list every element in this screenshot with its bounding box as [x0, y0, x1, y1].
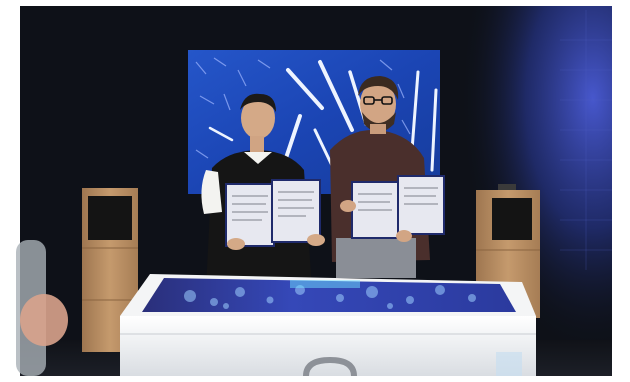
signed-documents-left — [225, 179, 325, 250]
signed-documents-right — [340, 175, 445, 242]
touch-table — [120, 274, 536, 377]
photo-scene — [0, 0, 630, 382]
